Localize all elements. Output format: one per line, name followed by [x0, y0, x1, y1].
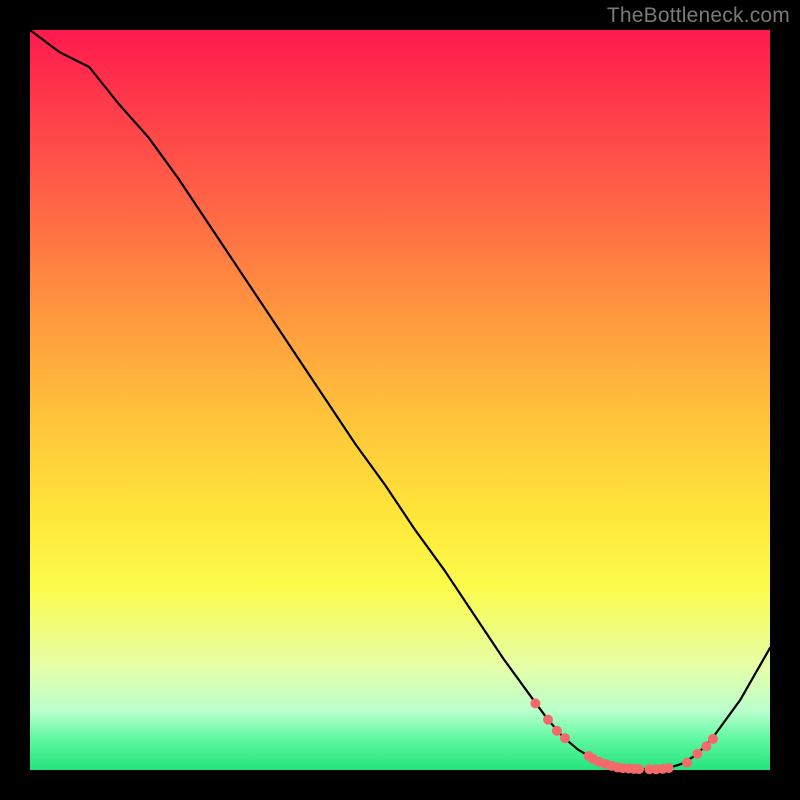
- data-point-marker: [634, 764, 644, 774]
- chart-container: TheBottleneck.com: [0, 0, 800, 800]
- watermark-text: TheBottleneck.com: [607, 4, 790, 28]
- data-point-marker: [692, 749, 702, 759]
- bottleneck-curve-line: [30, 30, 770, 769]
- data-point-marker: [530, 698, 540, 708]
- data-point-marker: [682, 758, 692, 768]
- data-point-marker: [664, 763, 674, 773]
- data-point-marker: [708, 734, 718, 744]
- data-point-marker: [543, 715, 553, 725]
- plot-area: [30, 30, 770, 770]
- data-point-marker: [552, 726, 562, 736]
- data-point-marker: [560, 733, 570, 743]
- highlighted-points-group: [530, 698, 718, 774]
- chart-svg: [30, 30, 770, 770]
- data-point-marker: [701, 741, 711, 751]
